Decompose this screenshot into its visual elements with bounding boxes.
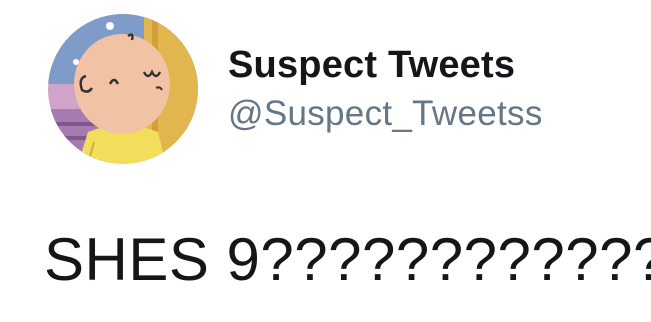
user-handle[interactable]: @Suspect_Tweetss (228, 92, 543, 136)
tweet-header: Suspect Tweets @Suspect_Tweetss (48, 14, 543, 164)
tweet-text: SHES 9???????????? (44, 226, 651, 293)
user-names: Suspect Tweets @Suspect_Tweetss (228, 42, 543, 136)
display-name[interactable]: Suspect Tweets (228, 42, 543, 88)
avatar-icon (48, 14, 198, 164)
tweet-card: Suspect Tweets @Suspect_Tweetss SHES 9??… (0, 0, 651, 322)
avatar[interactable] (48, 14, 198, 164)
